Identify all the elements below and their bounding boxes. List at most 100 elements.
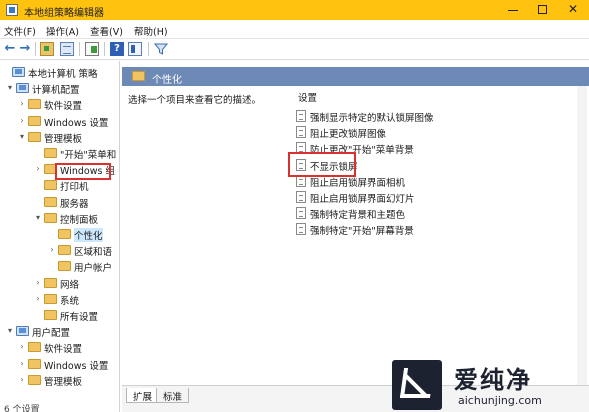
watermark-brand-text: 爱纯净	[454, 366, 532, 394]
toolbar-separator	[104, 42, 105, 56]
tree-node[interactable]: › 软件设置	[0, 340, 119, 356]
folder-icon	[28, 131, 41, 142]
folder-open-icon	[58, 229, 71, 239]
folder-icon	[58, 245, 71, 256]
title-bar[interactable]: 本地组策略编辑器 ✕	[0, 0, 589, 20]
tree-node-label: 计算机配置	[32, 85, 80, 97]
show-hide-tree-icon[interactable]	[60, 42, 74, 56]
policy-setting-icon	[296, 207, 306, 220]
expand-icon[interactable]: ›	[18, 375, 26, 384]
policy-tree[interactable]: 本地计算机 策略 ▾ 计算机配置 › 软件设置 › Windows 设置 ▾ 管理模板 "开始"菜…	[0, 61, 120, 412]
tree-node-label: 用户帐户	[74, 263, 113, 275]
expand-icon[interactable]: ›	[34, 294, 42, 303]
tree-node[interactable]: › Windows 设置	[0, 357, 119, 372]
expand-icon[interactable]: ›	[18, 343, 26, 351]
tree-node-label: 所有设置	[60, 312, 99, 323]
computer-config-icon	[16, 83, 29, 94]
details-header: 个性化	[122, 67, 589, 86]
arrow-left-icon[interactable]: ←	[3, 42, 17, 56]
filter-icon[interactable]	[154, 42, 168, 56]
menu-view[interactable]: 查看(V)	[90, 24, 123, 38]
expand-icon[interactable]: ›	[18, 116, 26, 125]
tree-node[interactable]: › 管理模板	[0, 373, 119, 388]
tree-node[interactable]: ▾ 计算机配置	[0, 81, 119, 97]
expand-icon[interactable]: ›	[18, 359, 26, 368]
maximize-button[interactable]	[528, 0, 558, 20]
folder-icon	[28, 358, 41, 369]
menu-action[interactable]: 操作(A)	[46, 24, 79, 38]
tab-extended[interactable]: 扩展	[126, 388, 160, 403]
settings-column-header[interactable]: 设置	[298, 90, 317, 104]
user-config-icon	[16, 326, 29, 337]
tree-node-selected[interactable]: 个性化	[0, 227, 119, 242]
tree-node-label: 网络	[60, 279, 80, 291]
tree-node[interactable]: 服务器	[0, 195, 119, 210]
tree-node[interactable]: ▾ 用户配置	[0, 324, 119, 340]
tree-node[interactable]: › 区域和语	[0, 243, 119, 258]
export-list-icon[interactable]	[85, 42, 99, 56]
tree-node-label: 软件设置	[44, 101, 83, 113]
window-title: 本地组策略编辑器	[24, 8, 104, 19]
folder-icon	[28, 99, 41, 110]
setting-label: 阻止更改锁屏图像	[310, 129, 387, 141]
tree-node[interactable]: › 网络	[0, 276, 119, 291]
tree-node-label: 软件设置	[44, 344, 83, 356]
tree-node[interactable]: "开始"菜单和	[0, 146, 119, 161]
policy-setting-icon	[296, 110, 306, 122]
setting-label: 阻止启用锁屏界面幻灯片	[310, 194, 415, 205]
tree-node[interactable]: › Windows 设置	[0, 114, 119, 129]
expand-icon[interactable]: ›	[34, 165, 42, 173]
setting-label: 强制特定"开始"屏幕背景	[310, 226, 414, 238]
folder-icon	[44, 277, 57, 288]
policy-setting-icon	[296, 223, 306, 236]
menu-file[interactable]: 文件(F)	[4, 24, 36, 38]
tree-node[interactable]: 所有设置	[0, 308, 119, 323]
folder-icon	[44, 180, 57, 191]
setting-highlight-box	[288, 152, 356, 177]
collapse-icon[interactable]: ▾	[18, 132, 26, 141]
folder-icon	[44, 310, 57, 320]
watermark-url-text: aichunjing.com	[458, 394, 542, 407]
menu-help[interactable]: 帮助(H)	[134, 24, 168, 38]
menu-bar: 文件(F) 操作(A) 查看(V) 帮助(H)	[0, 20, 589, 39]
watermark: 爱纯净 aichunjing.com	[392, 360, 589, 412]
tree-node-label: 用户配置	[32, 328, 71, 340]
tab-standard[interactable]: 标准	[156, 388, 190, 403]
minimize-button[interactable]	[498, 0, 528, 20]
tree-node[interactable]: 本地计算机 策略	[0, 65, 119, 80]
tree-node-label: "开始"菜单和	[60, 150, 117, 161]
tree-node[interactable]: ▾ 管理模板	[0, 130, 119, 145]
collapse-icon[interactable]: ▾	[6, 84, 14, 92]
setting-label: 强制显示特定的默认锁屏图像	[310, 113, 434, 124]
arrow-right-icon[interactable]: →	[18, 42, 32, 56]
folder-icon	[44, 196, 57, 207]
tree-node[interactable]: 用户帐户	[0, 259, 119, 275]
setting-label: 强制特定背景和主题色	[310, 210, 406, 222]
details-header-title: 个性化	[152, 75, 182, 86]
expand-icon[interactable]: ›	[18, 100, 26, 108]
collapse-icon[interactable]: ▾	[6, 327, 14, 335]
tree-node[interactable]: › 系统	[0, 292, 119, 307]
expand-icon[interactable]: ›	[48, 246, 56, 254]
folder-icon	[28, 115, 41, 126]
tree-node[interactable]: › 软件设置	[0, 97, 119, 113]
vertical-scrollbar[interactable]	[577, 86, 587, 386]
expand-icon[interactable]: ›	[34, 278, 42, 287]
tree-node-label: 打印机	[60, 182, 89, 194]
tree-node[interactable]: ▾ 控制面板	[0, 211, 119, 226]
description-panel: 选择一个项目来查看它的描述。	[122, 86, 284, 386]
group-policy-editor-window: 本地组策略编辑器 ✕ 文件(F) 操作(A) 查看(V) 帮助(H) ← → ?…	[0, 0, 589, 412]
collapse-icon[interactable]: ▾	[34, 213, 42, 222]
toolbar-separator	[79, 42, 80, 56]
folder-up-icon[interactable]	[40, 42, 54, 56]
properties-icon[interactable]	[128, 42, 142, 56]
tree-node-label: Windows 设置	[44, 360, 109, 372]
close-button[interactable]: ✕	[558, 0, 588, 20]
tree-node[interactable]: 打印机	[0, 178, 119, 194]
folder-icon	[58, 261, 71, 272]
tree-node-label: 管理模板	[44, 376, 83, 388]
settings-list: 设置 强制显示特定的默认锁屏图像 阻止更改锁屏图像 防止更改"开始"菜单背景 不显示锁…	[288, 86, 578, 386]
policy-setting-icon	[296, 126, 306, 139]
help-icon[interactable]: ?	[110, 42, 124, 56]
watermark-logo-icon	[392, 360, 442, 410]
